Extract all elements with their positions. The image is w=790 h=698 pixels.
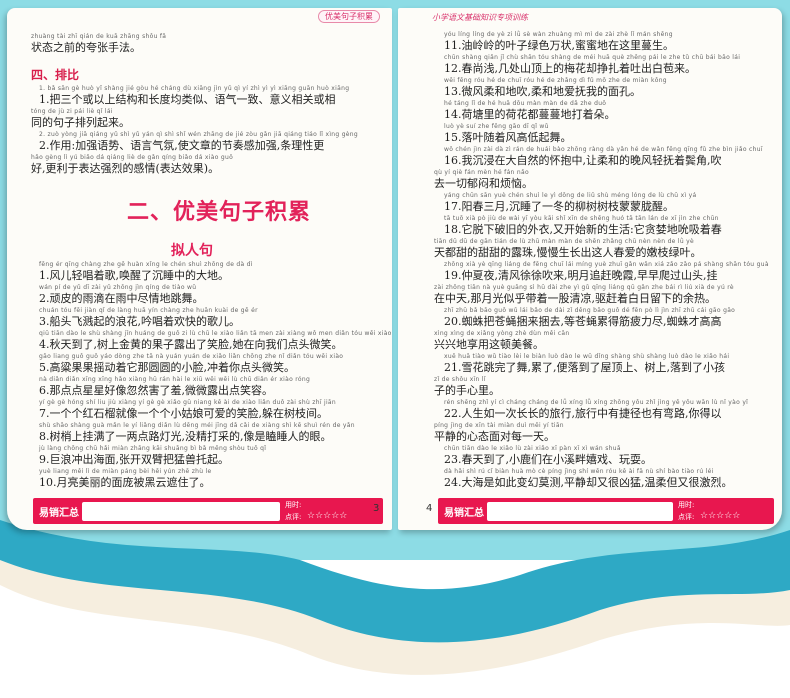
sentence-item: yáng chūn sān yuè chén shuì le yì dōng d…: [444, 192, 697, 213]
sentence-item: yóu líng líng de yè zi lǜ sè wàn zhuàng …: [444, 31, 674, 52]
time-label: 用时:: [285, 501, 302, 509]
sentence-item: dà hǎi shì rú cǐ biàn huà mò cè píng jìn…: [444, 468, 733, 489]
rule-line: tóng de jù zi pái liè qǐ lái 同的句子排列起来。: [31, 108, 130, 129]
sentence-item: píng jìng de xīn tài miàn duì měi yí tiā…: [434, 422, 564, 443]
footer-label: 易销汇总: [444, 508, 484, 519]
sentence-item: rén shēng zhǐ yí cì cháng cháng de lǚ xí…: [444, 399, 749, 420]
sentence-item: wēi fēng róu hé de chuī róu hé de zhǎng …: [444, 77, 667, 98]
sentence-item: chūn tiān dào le xiǎo lù zài xiǎo xī pàn…: [444, 445, 652, 466]
rating-stars[interactable]: ☆☆☆☆☆: [700, 511, 740, 521]
sentence-item: wán pí de yǔ dī zài yǔ zhōng jìn qíng de…: [39, 284, 204, 305]
sentence-item: qù yí qiè fán mèn hé fán nǎo 去一切郁闷和烦恼。: [434, 169, 533, 190]
sentence-item: xìng xìng de xiǎng yòng zhè dùn měi cān …: [434, 330, 570, 351]
page-title: 二、优美句子积累: [127, 200, 312, 225]
page-number: 4: [426, 503, 433, 514]
sentence-item: yí gè gè hóng shí liu jiù xiàng yí gè gè…: [39, 399, 337, 420]
left-page: 优美句子积累 zhuàng tài zhī qián de kuā zhāng …: [7, 8, 392, 530]
sentence-item: luò yè suí zhe fēng gāo dī qǐ wǔ 15.落叶随着…: [444, 123, 572, 144]
rule-line: hǎo gèng lì yú biǎo dá qiáng liè de gǎn …: [31, 154, 234, 175]
time-label: 用时:: [678, 501, 695, 509]
footer-label: 易销汇总: [39, 508, 79, 519]
sentence-item: wǒ chén jìn zài dà zì rán de huái bào zh…: [444, 146, 763, 167]
sentence-item: nà diǎn diǎn xīng xīng hǎo xiàng hū rán …: [39, 376, 311, 397]
notes-field[interactable]: [486, 501, 674, 522]
sentence-item: chūn shàng qiǎn jǐ chù shān tóu shàng de…: [444, 54, 741, 75]
sentence-item: qiū tiān dào le shù shàng jīn huáng de g…: [39, 330, 392, 351]
rule-line: 2. zuò yòng jiā qiáng yǔ shì yǔ yán qì s…: [39, 131, 359, 152]
rating-label: 点评:: [285, 513, 302, 521]
header-tag: 优美句子积累: [318, 10, 380, 23]
sentence-item: tiān dū dū de gān tián de lù zhū màn màn…: [434, 238, 702, 259]
sentence-item: hé táng lǐ de hé huā dōu màn màn de dǎ z…: [444, 100, 616, 121]
sentence-item: chuán tóu fēi jiàn qǐ de làng huā yín ch…: [39, 307, 258, 328]
footer-bar: 易销汇总 用时: 点评: ☆☆☆☆☆: [33, 498, 383, 524]
rule-line: 1. bǎ sān gè huò yǐ shàng jié gòu hé chá…: [39, 85, 350, 106]
rating-stars[interactable]: ☆☆☆☆☆: [307, 511, 347, 521]
sentence-item: zhī zhū bǎ bāo guǒ wǔ lái bǎo de dài zǐ …: [444, 307, 736, 328]
section-heading: 四、排比: [31, 68, 80, 82]
intro-line: zhuàng tài zhī qián de kuā zhāng shǒu fǎ…: [31, 33, 167, 54]
right-page: 小学语文基础知识专项训练 yóu líng líng de yè zi lǜ s…: [398, 8, 782, 530]
footer-bar: 易销汇总 用时: 点评: ☆☆☆☆☆: [438, 498, 774, 524]
sentence-item: zǐ de shǒu xīn lǐ 子的手心里。: [434, 376, 500, 397]
header-tag: 小学语文基础知识专项训练: [432, 13, 528, 22]
sentence-item: fēng ér qīng chàng zhe gē huàn xǐng le c…: [39, 261, 253, 282]
sentence-item: tā tuō xià pò jiù de wài yī yòu kāi shǐ …: [444, 215, 722, 236]
sentence-item: zài zhōng tiān nà yuè guāng sì hū dài zh…: [434, 284, 734, 305]
rating-label: 点评:: [678, 513, 695, 521]
sentence-item: jù làng chōng chū hǎi miàn zhāng kāi shu…: [39, 445, 267, 466]
sentence-item: gāo liang guǒ guǒ yáo dòng zhe tā nà yuá…: [39, 353, 344, 374]
sentence-item: xuě huā tiào wǔ tiào lèi le biàn luò dào…: [444, 353, 730, 374]
sentence-item: zhōng xià yè qīng liáng de fēng chuī lái…: [444, 261, 769, 282]
sentence-item: yuè liang měi lì de miàn páng bèi hēi yú…: [39, 468, 212, 489]
page-number: 3: [373, 503, 380, 514]
subsection-title: 拟人句: [171, 243, 213, 259]
sentence-item: shù shāo shàng guà mǎn le yí liǎng diǎn …: [39, 422, 355, 443]
notes-field[interactable]: [81, 501, 281, 522]
